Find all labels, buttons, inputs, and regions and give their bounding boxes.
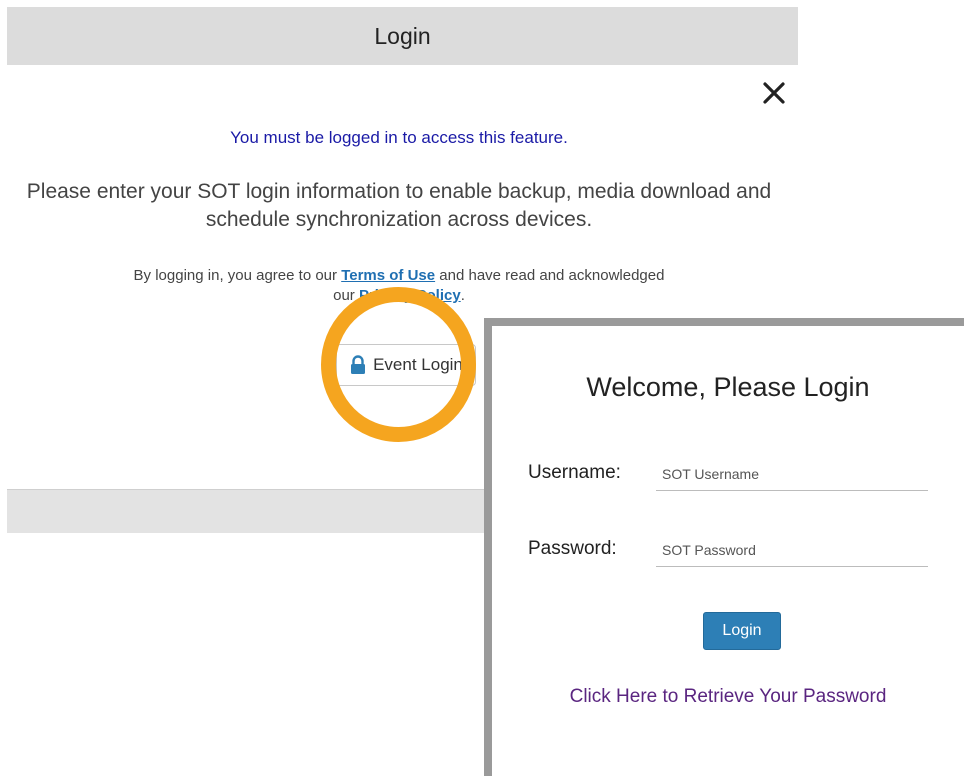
event-login-label: Event Login: [373, 355, 463, 374]
password-input[interactable]: [656, 533, 928, 567]
lock-icon: [351, 355, 366, 374]
event-login-button[interactable]: Event Login: [336, 344, 476, 386]
login-panel: Welcome, Please Login Username: Password…: [484, 318, 964, 776]
modal-header: Login: [7, 7, 798, 65]
close-icon[interactable]: [761, 80, 787, 106]
agree-prefix: By logging in, you agree to our: [133, 267, 342, 284]
login-required-notice: You must be logged in to access this fea…: [230, 128, 568, 147]
login-button[interactable]: Login: [703, 612, 781, 650]
username-label: Username:: [528, 462, 621, 483]
modal-title: Login: [374, 22, 431, 49]
login-description: Please enter your SOT login information …: [0, 178, 798, 234]
password-label: Password:: [528, 538, 617, 559]
username-input[interactable]: [656, 457, 928, 491]
terms-of-use-link[interactable]: Terms of Use: [341, 267, 435, 284]
privacy-policy-link[interactable]: Privacy Policy: [359, 287, 461, 304]
panel-title: Welcome, Please Login: [586, 372, 870, 402]
description-text: Please enter your SOT login information …: [26, 180, 772, 231]
agreement-text: By logging in, you agree to our Terms of…: [0, 266, 798, 306]
retrieve-password-link[interactable]: Click Here to Retrieve Your Password: [492, 686, 964, 708]
agree-suffix: .: [460, 287, 465, 304]
